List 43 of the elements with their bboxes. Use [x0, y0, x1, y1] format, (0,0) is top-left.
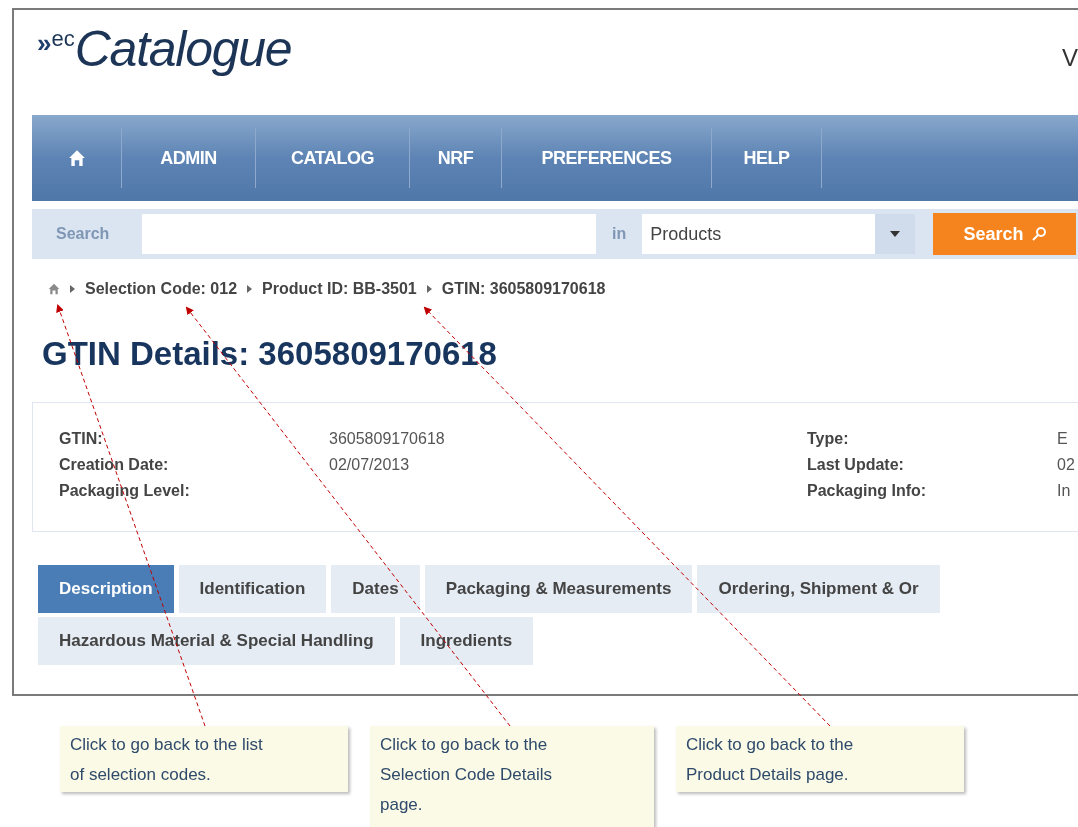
- search-icon: [1031, 227, 1046, 241]
- field-label: Packaging Level:: [59, 481, 191, 499]
- callout-note: Click to go back to the Selection Code Details page.: [370, 726, 654, 827]
- field-value: 02/07/2013: [329, 455, 410, 473]
- nav-link[interactable]: HELP: [743, 144, 790, 172]
- chevron-icon: [70, 285, 75, 293]
- nav-link[interactable]: CATALOG: [290, 144, 375, 172]
- tab[interactable]: Dates: [331, 565, 420, 613]
- search-label: Search: [56, 224, 111, 244]
- field-value: E: [1057, 429, 1068, 447]
- breadcrumb-link[interactable]: Product ID: BB-3501: [262, 277, 417, 301]
- breadcrumb-home-link[interactable]: [48, 283, 60, 295]
- field-label: Creation Date:: [59, 455, 170, 473]
- field-label: Type:: [807, 429, 850, 447]
- callout-note: Click to go back to the list of selection codes.: [60, 726, 348, 792]
- nav-link[interactable]: ADMIN: [160, 144, 217, 172]
- tab[interactable]: Ordering, Shipment & Or: [697, 565, 940, 613]
- chevron-icon: [426, 285, 432, 293]
- home-icon: [48, 283, 60, 295]
- nav-link[interactable]: PREFERENCES: [541, 144, 672, 172]
- scope-label: in: [611, 224, 628, 244]
- home-icon: [67, 149, 86, 167]
- field-label: Last Update:: [807, 455, 905, 473]
- field-label: GTIN:: [59, 429, 104, 447]
- tab[interactable]: Identification: [178, 565, 327, 613]
- chevron-icon: [247, 285, 253, 293]
- caret-icon: [890, 231, 901, 237]
- field-value: 02: [1057, 455, 1075, 473]
- page-title: GTIN Details: 3605809170618: [42, 337, 498, 370]
- breadcrumb-link[interactable]: Selection Code: 012: [85, 277, 238, 301]
- search-field[interactable]: [141, 214, 597, 254]
- field-value: 3605809170618: [329, 429, 445, 447]
- breadcrumb-link[interactable]: GTIN: 3605809170618: [441, 277, 606, 301]
- tab[interactable]: Description: [38, 565, 174, 613]
- field-label: Packaging Info:: [807, 481, 928, 499]
- tab[interactable]: Hazardous Material & Special Handling: [38, 617, 395, 665]
- callout-note: Click to go back to the Product Details page.: [676, 726, 964, 792]
- tab[interactable]: Ingredients: [399, 617, 534, 665]
- home-link[interactable]: [67, 149, 86, 167]
- tab[interactable]: Packaging & Measurements: [424, 565, 693, 613]
- nav-link[interactable]: NRF: [437, 144, 474, 172]
- field-value: In: [1057, 481, 1071, 499]
- header-text: V: [1062, 43, 1078, 73]
